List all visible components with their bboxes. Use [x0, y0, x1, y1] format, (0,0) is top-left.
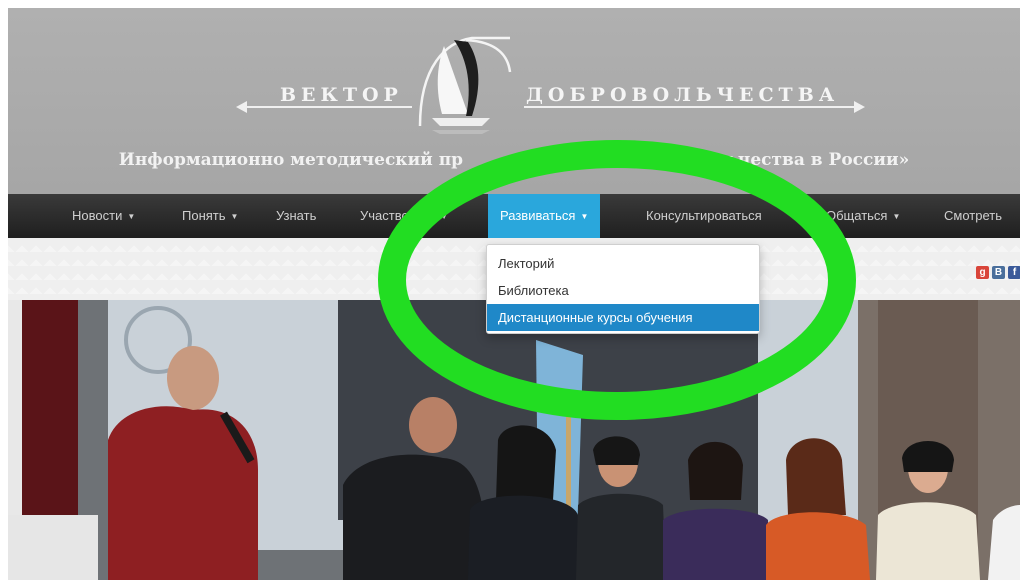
dropdown-item-lectures[interactable]: Лекторий: [487, 250, 759, 277]
nav-label: Понять: [182, 208, 226, 223]
nav-item-news[interactable]: Новости ▼: [60, 194, 147, 238]
develop-dropdown-menu: Лекторий Библиотека Дистанционные курсы …: [486, 244, 760, 334]
caret-down-icon: ▼: [127, 211, 136, 221]
site-header: ВЕКТОР ДОБРОВОЛЬЧЕСТВА Информационно мет…: [8, 8, 1020, 194]
nav-label: Новости: [72, 208, 123, 223]
tagline-end: ольчества в России»: [703, 150, 910, 170]
nav-label: Смотреть: [944, 208, 1002, 223]
caret-down-icon: ▼: [440, 211, 449, 221]
logo-word-left: ВЕКТОР: [280, 84, 403, 106]
arrow-right-icon: [854, 101, 865, 113]
nav-label: Консультироваться: [646, 208, 762, 223]
nav-item-learn[interactable]: Узнать: [264, 194, 328, 238]
social-links: g B f: [976, 266, 1020, 279]
google-icon[interactable]: g: [976, 266, 989, 279]
vk-icon[interactable]: B: [992, 266, 1005, 279]
logo-divider: [244, 106, 412, 108]
caret-down-icon: ▼: [892, 211, 901, 221]
nav-item-participate[interactable]: Участвовать ▼: [348, 194, 460, 238]
hero-photo: [8, 300, 1020, 580]
hero-photo-illustration: [8, 300, 1020, 580]
logo-word-right: ДОБРОВОЛЬЧЕСТВА: [526, 84, 840, 106]
nav-item-watch[interactable]: Смотреть: [932, 194, 1014, 238]
nav-item-consult[interactable]: Консультироваться: [634, 194, 774, 238]
main-navbar: Новости ▼ Понять ▼ Узнать Участвовать ▼ Раз…: [8, 194, 1020, 238]
nav-label: Участвовать: [360, 208, 436, 223]
nav-item-understand[interactable]: Понять ▼: [170, 194, 250, 238]
caret-down-icon: ▼: [580, 211, 589, 221]
nav-item-develop[interactable]: Развиваться ▼: [488, 194, 601, 238]
dropdown-item-library[interactable]: Библиотека: [487, 277, 759, 304]
dropdown-item-distance-courses[interactable]: Дистанционные курсы обучения: [487, 304, 759, 331]
tagline-start: Информационно методический пр: [118, 150, 464, 170]
nav-label: Общаться: [826, 208, 888, 223]
nav-label: Узнать: [276, 208, 317, 223]
caret-down-icon: ▼: [230, 211, 239, 221]
nav-label: Развиваться: [500, 208, 576, 223]
facebook-icon[interactable]: f: [1008, 266, 1020, 279]
site-tagline: Информационно методический пр ольчества в…: [8, 150, 1020, 170]
logo-divider: [524, 106, 854, 108]
nav-item-communicate[interactable]: Общаться ▼: [814, 194, 912, 238]
sail-logo-icon[interactable]: [406, 26, 526, 148]
